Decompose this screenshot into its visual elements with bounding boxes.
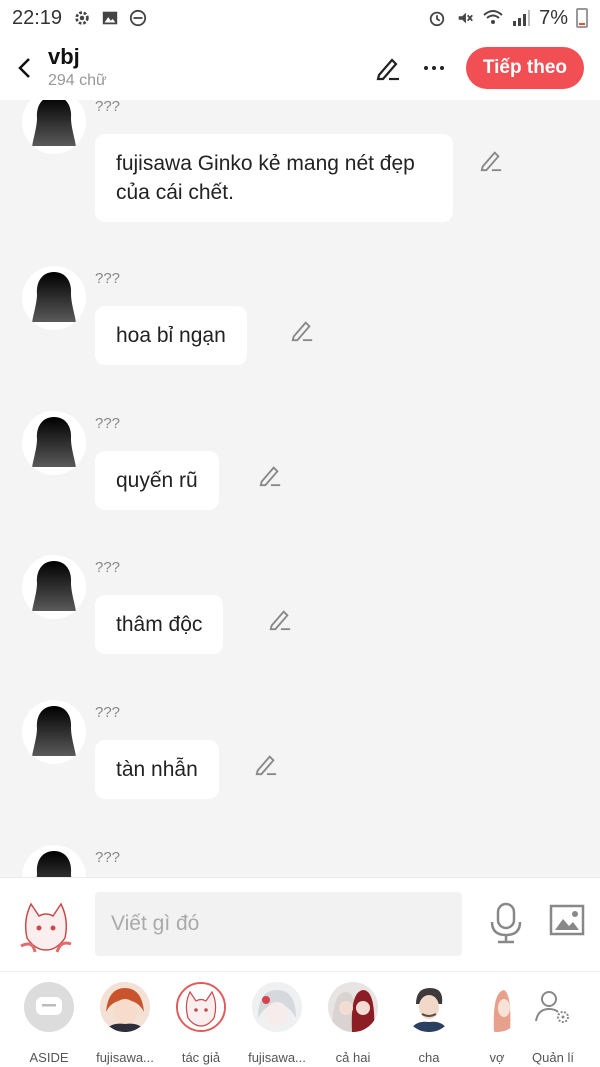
message-bubble[interactable]: thâm độc — [95, 595, 224, 654]
character-item[interactable]: cả hai — [320, 982, 386, 1065]
gallery-icon — [100, 8, 120, 28]
character-name: cha — [418, 1050, 440, 1065]
avatar — [404, 982, 454, 1032]
character-item[interactable]: cha — [396, 982, 462, 1065]
message-bubble[interactable]: quyến rũ — [95, 451, 219, 510]
image-button[interactable] — [549, 904, 585, 940]
status-time: 22:19 — [12, 6, 63, 29]
edit-message-button[interactable] — [258, 463, 284, 489]
pencil-icon — [291, 321, 313, 342]
character-name: tác giả — [181, 1050, 221, 1065]
word-count: 294 chữ — [48, 72, 107, 89]
sender-name: ??? — [95, 849, 121, 866]
pencil-icon — [480, 151, 502, 172]
message-bubble[interactable]: hoa bỉ ngạn — [95, 306, 247, 365]
page-title: vbj — [48, 44, 80, 69]
character-bar: ASIDE fujisawa... tác giả fujisawa... cả… — [0, 971, 600, 1067]
avatar[interactable] — [22, 266, 86, 330]
back-button[interactable] — [0, 36, 48, 100]
do-not-disturb-icon — [128, 8, 148, 28]
edit-title-button[interactable] — [374, 54, 402, 82]
character-item[interactable]: fujisawa... — [244, 982, 310, 1065]
composer: Viết gì đó — [0, 877, 600, 971]
settings-gear-icon — [72, 8, 92, 28]
signal-icon — [511, 8, 531, 28]
message-input[interactable]: Viết gì đó — [95, 892, 462, 956]
image-icon — [549, 904, 585, 936]
avatar[interactable] — [22, 555, 86, 619]
current-character-avatar[interactable] — [13, 892, 79, 958]
sender-name: ??? — [95, 270, 121, 287]
sender-name: ??? — [95, 415, 121, 432]
character-name: fujisawa... — [248, 1050, 306, 1065]
sender-name: ??? — [95, 100, 121, 115]
avatar — [472, 982, 522, 1032]
character-item[interactable]: fujisawa... — [92, 982, 158, 1065]
character-name: cả hai — [335, 1050, 371, 1065]
microphone-icon — [490, 902, 522, 944]
header: vbj 294 chữ Tiếp theo — [0, 36, 600, 100]
chevron-left-icon — [18, 58, 30, 78]
mute-icon — [455, 8, 475, 28]
character-name: ASIDE — [29, 1050, 69, 1065]
pencil-icon — [269, 610, 291, 631]
status-bar: 22:19 7% — [0, 0, 600, 36]
battery-icon — [576, 8, 588, 28]
chat-bubble-icon — [24, 982, 74, 1032]
character-name: Quản lí — [532, 1050, 574, 1065]
avatar — [100, 982, 150, 1032]
user-settings-icon — [528, 982, 578, 1032]
message-bubble[interactable]: fujisawa Ginko kẻ mang nét đẹp của cái c… — [95, 134, 453, 222]
wifi-icon — [483, 8, 503, 28]
sender-name: ??? — [95, 559, 121, 576]
pencil-icon — [376, 58, 399, 81]
battery-percent: 7% — [539, 6, 568, 29]
message-bubble[interactable]: tàn nhẫn — [95, 740, 219, 799]
edit-message-button[interactable] — [268, 607, 294, 633]
microphone-button[interactable] — [488, 902, 524, 944]
next-button[interactable]: Tiếp theo — [465, 47, 584, 89]
avatar — [328, 982, 378, 1032]
chat-area[interactable]: ??? fujisawa Ginko kẻ mang nét đẹp của c… — [0, 100, 600, 877]
pencil-icon — [255, 755, 277, 776]
edit-message-button[interactable] — [290, 318, 316, 344]
edit-message-button[interactable] — [479, 148, 505, 174]
sender-name: ??? — [95, 704, 121, 721]
alarm-icon — [427, 8, 447, 28]
edit-message-button[interactable] — [254, 752, 280, 778]
avatar[interactable] — [22, 700, 86, 764]
manage-characters-button[interactable]: Quản lí — [520, 982, 586, 1065]
character-aside[interactable]: ASIDE — [16, 982, 82, 1065]
avatar[interactable] — [22, 100, 86, 154]
pencil-icon — [259, 466, 281, 487]
character-item[interactable]: tác giả — [168, 982, 234, 1065]
avatar[interactable] — [22, 845, 86, 877]
avatar — [252, 982, 302, 1032]
avatar[interactable] — [22, 411, 86, 475]
more-button[interactable] — [420, 54, 448, 82]
character-name: fujisawa... — [96, 1050, 154, 1065]
avatar — [176, 982, 226, 1032]
more-dots-icon — [423, 66, 444, 70]
